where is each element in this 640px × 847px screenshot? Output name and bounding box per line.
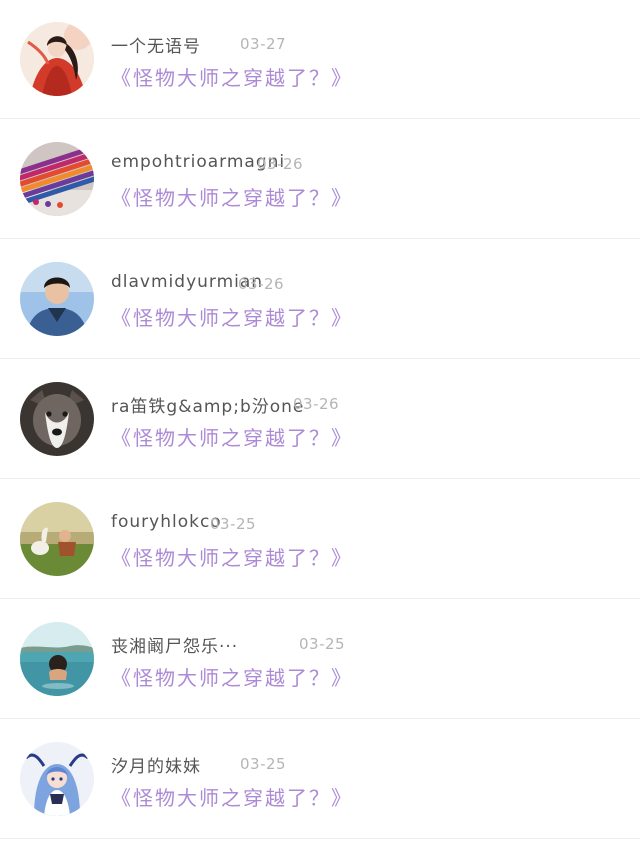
list-item[interactable]: empohtrioarmagni 03-26 《怪物大师之穿越了？》 (0, 120, 640, 239)
list-item[interactable]: 丧湘阚尸怨乐··· 03-25 《怪物大师之穿越了？》 (0, 600, 640, 719)
book-title[interactable]: 《怪物大师之穿越了？》 (111, 422, 353, 451)
username[interactable]: 汐月的妹妹 (111, 752, 201, 777)
person-in-water-avatar[interactable] (20, 622, 94, 696)
comment-date: 03-25 (240, 755, 287, 773)
comment-date: 03-25 (299, 635, 346, 653)
username[interactable]: 丧湘阚尸怨乐··· (111, 632, 238, 657)
book-title[interactable]: 《怪物大师之穿越了？》 (111, 782, 353, 811)
book-title[interactable]: 《怪物大师之穿越了？》 (111, 62, 353, 91)
book-title[interactable]: 《怪物大师之穿越了？》 (111, 302, 353, 331)
comment-date: 03-27 (240, 35, 287, 53)
list-item[interactable]: dlavmidyurmian 03-26 《怪物大师之穿越了？》 (0, 240, 640, 359)
comment-date: 03-26 (257, 155, 304, 173)
husky-dog-avatar[interactable] (20, 382, 94, 456)
child-with-goose-avatar[interactable] (20, 502, 94, 576)
comment-date: 03-25 (210, 515, 257, 533)
username[interactable]: 一个无语号 (111, 32, 201, 57)
list-item[interactable]: 一个无语号 03-27 《怪物大师之穿越了？》 (0, 0, 640, 119)
anime-woman-red-robe-avatar[interactable] (20, 22, 94, 96)
book-title[interactable]: 《怪物大师之穿越了？》 (111, 662, 353, 691)
colored-pens-avatar[interactable] (20, 142, 94, 216)
young-man-portrait-avatar[interactable] (20, 262, 94, 336)
username[interactable]: fouryhlokco (111, 512, 222, 532)
comment-date: 03-26 (293, 395, 340, 413)
book-title[interactable]: 《怪物大师之穿越了？》 (111, 542, 353, 571)
list-item[interactable]: ra笛铁g&amp;b汾one 03-26 《怪物大师之穿越了？》 (0, 360, 640, 479)
anime-girl-blue-hair-avatar[interactable] (20, 742, 94, 816)
comment-date: 03-26 (238, 275, 285, 293)
list-item[interactable]: 汐月的妹妹 03-25 《怪物大师之穿越了？》 (0, 720, 640, 839)
comment-list: 一个无语号 03-27 《怪物大师之穿越了？》 empohtrioarmagni… (0, 0, 640, 847)
book-title[interactable]: 《怪物大师之穿越了？》 (111, 182, 353, 211)
list-item[interactable]: fouryhlokco 03-25 《怪物大师之穿越了？》 (0, 480, 640, 599)
username[interactable]: ra笛铁g&amp;b汾one (111, 392, 304, 417)
